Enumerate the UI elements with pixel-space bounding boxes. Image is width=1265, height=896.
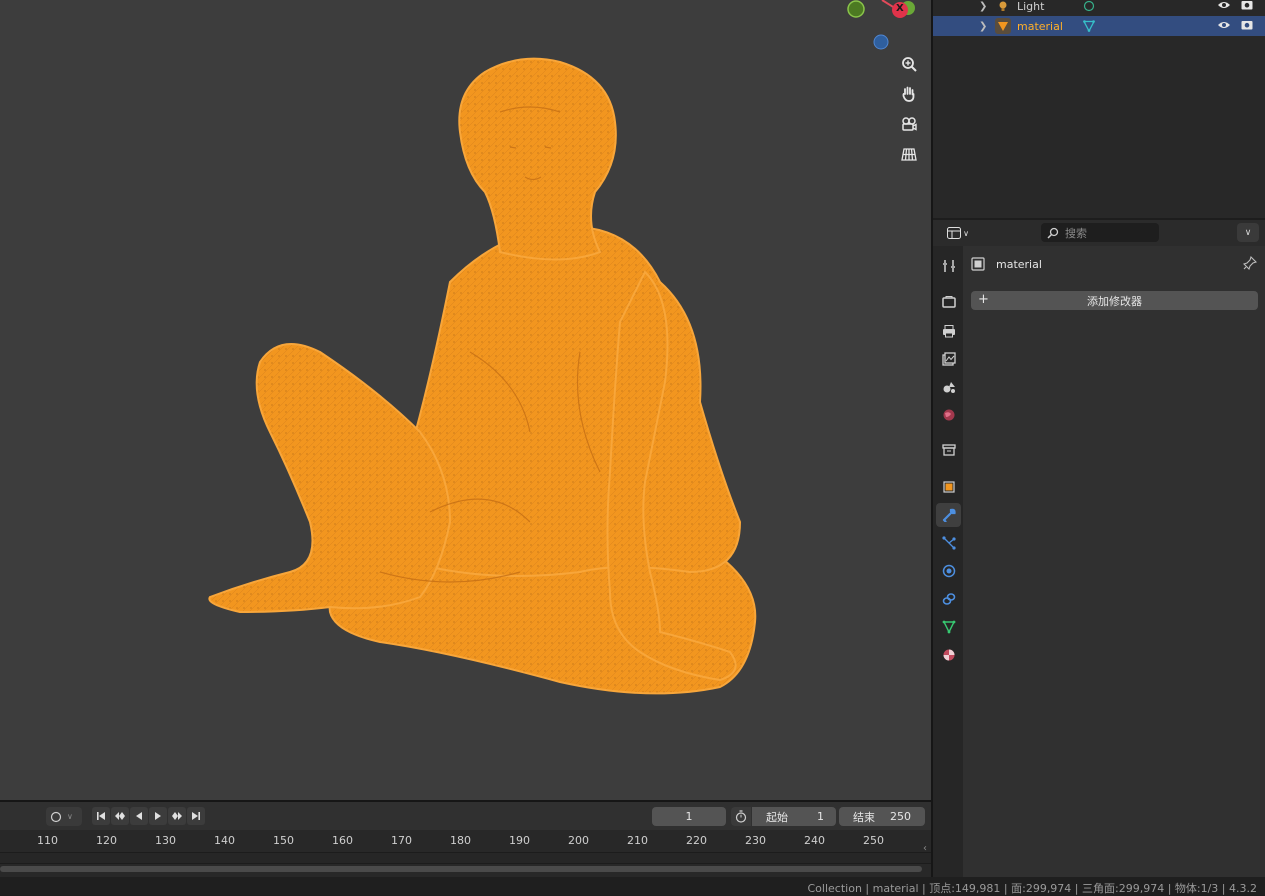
outliner-item-label: material (1017, 19, 1063, 33)
material-icon[interactable] (936, 643, 961, 667)
render-icon[interactable] (936, 290, 961, 314)
frame-tick-label: 220 (686, 834, 707, 847)
area-separator[interactable] (931, 0, 933, 877)
pin-icon[interactable] (1242, 255, 1258, 273)
outliner-row-material[interactable]: ❯ material (933, 16, 1265, 36)
status-bar: Collection | material | 顶点:149,981 | 面:2… (0, 877, 1265, 895)
physics-icon[interactable] (936, 559, 961, 583)
mesh-data-icon (1081, 20, 1097, 32)
playback-controls (92, 807, 205, 826)
play-icon[interactable] (149, 807, 167, 825)
view-layer-icon[interactable] (936, 347, 961, 371)
timeline-track (0, 852, 931, 864)
search-field[interactable]: 搜索 (1041, 223, 1159, 242)
data-icon[interactable] (936, 615, 961, 639)
editor-type-icon (947, 227, 962, 239)
modifier-icon[interactable] (936, 503, 961, 527)
chevron-down-icon: ∨ (963, 228, 969, 238)
zoom-icon[interactable] (896, 51, 922, 77)
record-circle-icon (50, 811, 62, 822)
scene-statistics: Collection | material | 顶点:149,981 | 面:2… (807, 882, 1258, 895)
frame-tick-label: 120 (96, 834, 117, 847)
expand-arrow-icon[interactable]: ❯ (979, 21, 993, 32)
object-icon[interactable] (936, 475, 961, 499)
chevron-down-icon: ∨ (67, 812, 73, 821)
frame-tick-label: 210 (627, 834, 648, 847)
frame-tick-label: 150 (273, 834, 294, 847)
frame-tick-label: 230 (745, 834, 766, 847)
frame-tick-label: 160 (332, 834, 353, 847)
timeline-header: ∨ 1 起始 1 结束 250 (0, 802, 931, 830)
start-frame-label: 起始 (766, 810, 788, 824)
scene-icon[interactable] (936, 375, 961, 399)
search-placeholder: 搜索 (1065, 226, 1087, 240)
camera-view-icon[interactable] (896, 111, 922, 137)
x-axis-label: X (896, 3, 904, 14)
properties-header: ∨ 搜索 ∨ (933, 220, 1265, 246)
frame-tick-label: 240 (804, 834, 825, 847)
end-frame-value: 250 (890, 810, 911, 823)
pan-hand-icon[interactable] (896, 81, 922, 107)
light-icon (995, 0, 1011, 14)
editor-type-dropdown[interactable]: ∨ (941, 223, 975, 243)
outliner-panel[interactable]: ❯ Light ❯ material (933, 0, 1265, 218)
outliner-item-label: Light (1017, 0, 1045, 13)
frame-tick-label: 200 (568, 834, 589, 847)
frame-tick-label: 180 (450, 834, 471, 847)
end-frame-field[interactable]: 结束 250 (839, 807, 925, 826)
add-modifier-button[interactable]: + 添加修改器 (971, 291, 1258, 310)
light-data-icon (1081, 0, 1097, 12)
preview-range-toggle[interactable] (731, 807, 751, 826)
jump-to-end-icon[interactable] (187, 807, 205, 825)
search-icon (1047, 227, 1059, 239)
end-frame-label: 结束 (853, 810, 875, 824)
frame-tick-label: 170 (391, 834, 412, 847)
frame-tick-label: 110 (37, 834, 58, 847)
ortho-grid-icon[interactable] (896, 141, 922, 167)
stopwatch-icon (735, 810, 747, 823)
object-name-row: material (971, 255, 1259, 273)
particles-icon[interactable] (936, 531, 961, 555)
sidebar-toggle-arrow-icon[interactable]: ‹ (923, 843, 927, 854)
frame-tick-label: 190 (509, 834, 530, 847)
world-icon[interactable] (936, 403, 961, 427)
jump-to-start-icon[interactable] (92, 807, 110, 825)
current-frame-field[interactable]: 1 (652, 807, 726, 826)
render-camera-icon[interactable] (1241, 0, 1253, 13)
collection-icon[interactable] (936, 438, 961, 462)
properties-tabs (933, 246, 963, 877)
frame-tick-label: 130 (155, 834, 176, 847)
axis-gizmo-graphic (847, 0, 915, 50)
frame-tick-label: 140 (214, 834, 235, 847)
mesh-object-icon (995, 18, 1011, 34)
expand-arrow-icon[interactable]: ❯ (979, 1, 993, 12)
tool-icon[interactable] (936, 254, 961, 278)
start-frame-value: 1 (817, 810, 824, 823)
output-icon[interactable] (936, 319, 961, 343)
eye-icon[interactable] (1217, 0, 1231, 13)
play-reverse-icon[interactable] (130, 807, 148, 825)
current-frame-value: 1 (685, 810, 693, 823)
horizontal-scrollbar[interactable] (0, 866, 922, 872)
keying-dropdown[interactable]: ∨ (46, 807, 82, 826)
chevron-down-icon: ∨ (1244, 227, 1252, 238)
frame-tick-label: 250 (863, 834, 884, 847)
plus-icon: + (978, 292, 989, 307)
statue-mesh[interactable] (200, 52, 770, 702)
axis-gizmo[interactable]: X (840, 0, 920, 55)
constraints-icon[interactable] (936, 587, 961, 611)
prev-keyframe-icon[interactable] (111, 807, 129, 825)
options-dropdown[interactable]: ∨ (1237, 223, 1259, 242)
next-keyframe-icon[interactable] (168, 807, 186, 825)
properties-editor[interactable]: ∨ 搜索 ∨ material + 添加修改器 (933, 220, 1265, 877)
eye-icon[interactable] (1217, 20, 1231, 33)
start-frame-field[interactable]: 起始 1 (752, 807, 836, 826)
object-square-icon (971, 257, 985, 271)
object-name: material (996, 257, 1042, 271)
render-camera-icon[interactable] (1241, 19, 1253, 33)
outliner-row-light[interactable]: ❯ Light (933, 0, 1265, 16)
timeline-ruler[interactable]: 110 120 130 140 150 160 170 180 190 200 210 220 230 2… (0, 830, 931, 877)
add-modifier-label: 添加修改器 (1087, 294, 1142, 308)
3d-viewport[interactable]: X (0, 0, 931, 800)
